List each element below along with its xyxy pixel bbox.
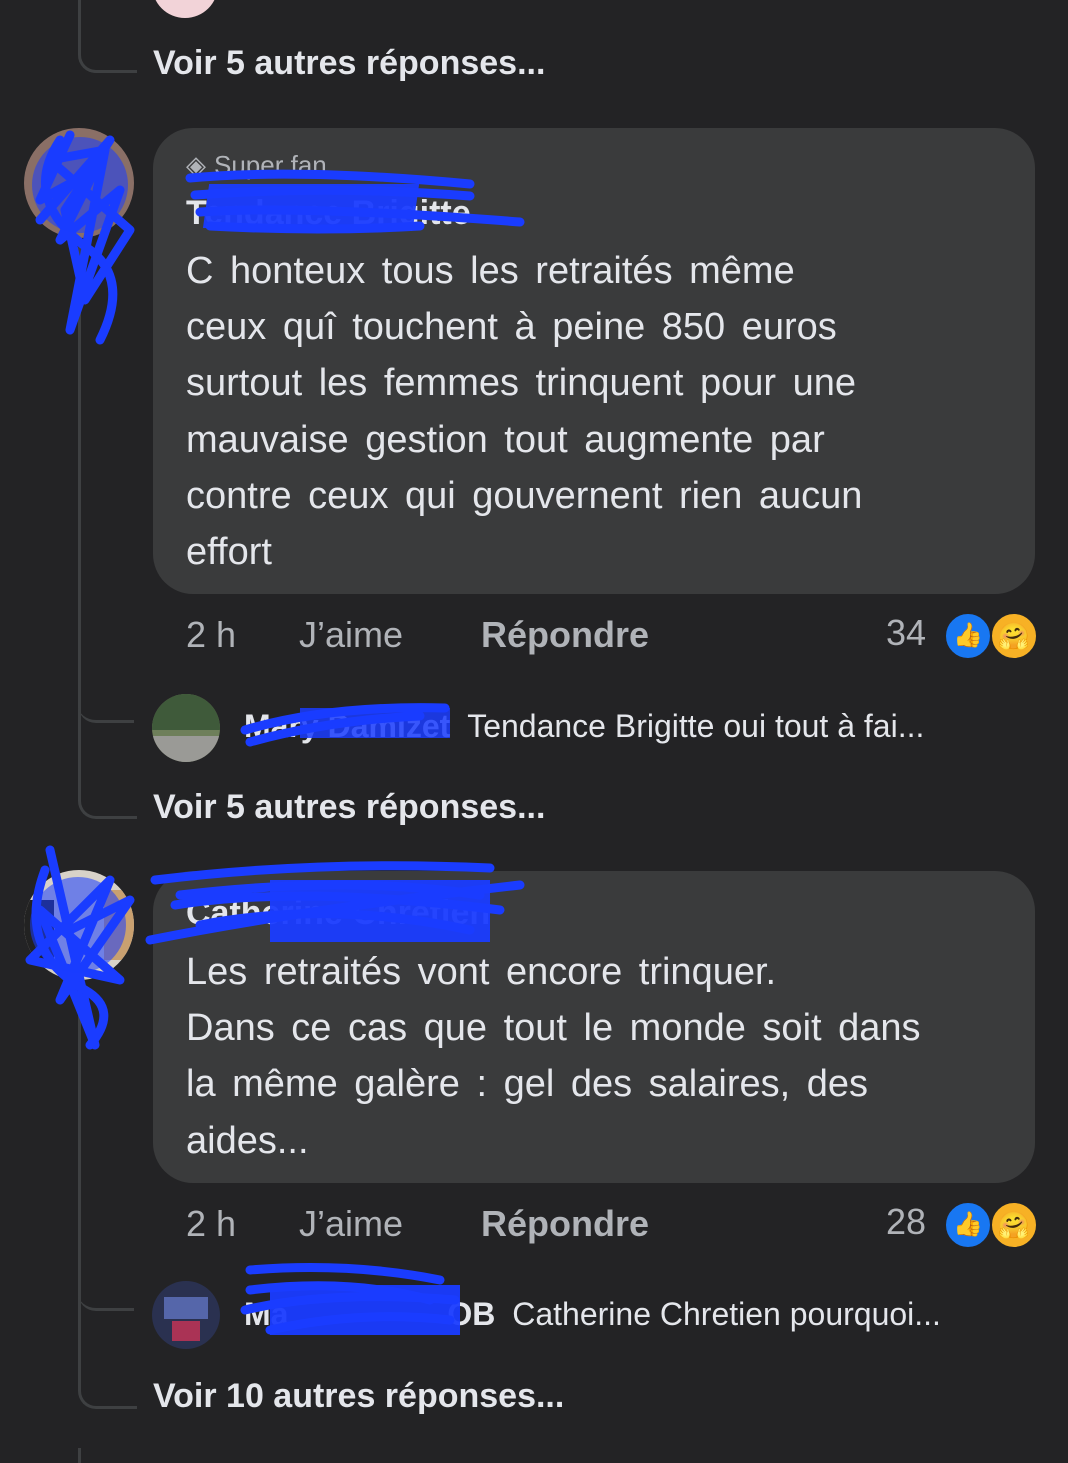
avatar-previous-reply[interactable] (152, 0, 218, 18)
avatar[interactable] (152, 694, 220, 762)
reply-text: Tendance Brigitte oui tout à fai... (467, 708, 925, 744)
care-reaction-icon: 🤗 (990, 612, 1038, 660)
diamond-icon: ◈ (186, 150, 206, 180)
reply-text: Catherine Chretien pourquoi... (512, 1296, 941, 1332)
thread-line (78, 0, 137, 73)
more-replies-link[interactable]: Voir 10 autres réponses... (153, 1377, 564, 1416)
like-reaction-icon: 👍 (944, 1201, 992, 1249)
reply-button[interactable]: Répondre (481, 614, 649, 656)
timestamp[interactable]: 2 h (186, 1203, 236, 1245)
care-reaction-icon: 🤗 (990, 1201, 1038, 1249)
more-replies-link[interactable]: Voir 5 autres réponses... (153, 44, 545, 83)
comment-author[interactable]: Catherine Chretien (186, 894, 490, 933)
super-fan-badge: ◈ Super fan (186, 150, 327, 180)
reply-preview[interactable]: Mary Damizet Tendance Brigitte oui tout … (244, 708, 924, 745)
avatar[interactable] (24, 870, 134, 980)
timestamp[interactable]: 2 h (186, 614, 236, 656)
comment-text: Les retraités vont encore trinquer. Dans… (186, 951, 921, 1162)
avatar[interactable] (152, 1281, 220, 1349)
comment-text: C honteux tous les retraités même ceux q… (186, 250, 863, 574)
avatar[interactable] (24, 128, 134, 238)
reaction-count[interactable]: 34 (886, 612, 926, 654)
reply-preview[interactable]: Ma OB Catherine Chretien pourquoi... (244, 1296, 941, 1333)
comment-author[interactable]: Tendance Brigitte (186, 194, 471, 233)
more-replies-link[interactable]: Voir 5 autres réponses... (153, 788, 545, 827)
reply-author[interactable]: Ma OB (244, 1296, 495, 1332)
like-button[interactable]: J’aime (299, 1203, 403, 1245)
reaction-count[interactable]: 28 (886, 1201, 926, 1243)
reply-button[interactable]: Répondre (481, 1203, 649, 1245)
reply-author[interactable]: Mary Damizet (244, 708, 450, 744)
like-button[interactable]: J’aime (299, 614, 403, 656)
like-reaction-icon: 👍 (944, 612, 992, 660)
